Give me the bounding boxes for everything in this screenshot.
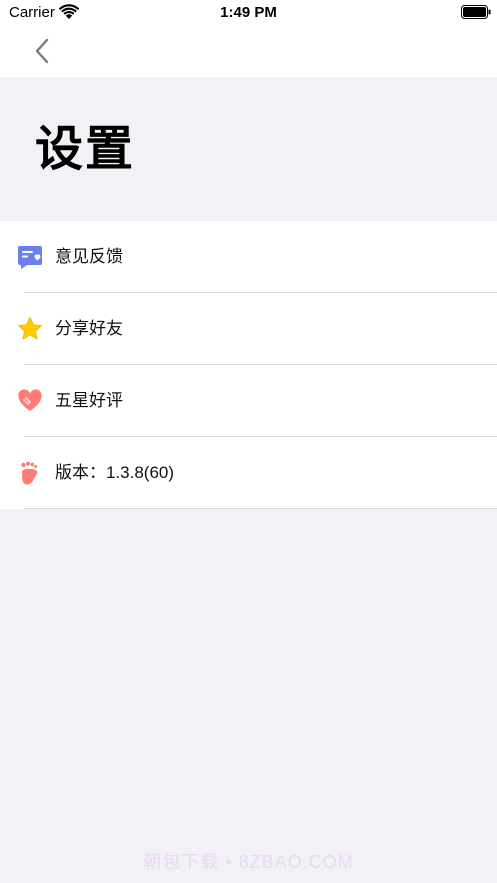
back-button[interactable] <box>28 36 56 66</box>
footprint-icon <box>17 460 43 486</box>
status-time: 1:49 PM <box>220 4 277 21</box>
watermark: 朝包下载 • 8ZBAO.COM <box>143 852 354 872</box>
separator <box>24 508 497 509</box>
page-title: 设置 <box>35 123 136 176</box>
battery-icon <box>461 5 491 19</box>
navigation-bar <box>0 26 497 77</box>
settings-item-feedback[interactable]: 意见反馈 <box>0 221 497 293</box>
settings-item-label: 版本：1.3.8(60) <box>55 463 175 482</box>
settings-list: 意见反馈 分享好友 五星好评 版本：1.3.8(60) <box>0 221 497 509</box>
settings-item-label: 分享好友 <box>55 319 123 338</box>
settings-item-label: 五星好评 <box>55 391 123 410</box>
chevron-left-icon <box>35 38 49 64</box>
settings-item-version[interactable]: 版本：1.3.8(60) <box>0 437 497 509</box>
status-bar: Carrier 1:49 PM <box>0 0 497 26</box>
feedback-icon <box>17 244 43 270</box>
settings-item-label: 意见反馈 <box>55 247 123 266</box>
heart-icon <box>17 388 43 414</box>
settings-item-share[interactable]: 分享好友 <box>0 293 497 365</box>
star-icon <box>17 316 43 342</box>
settings-item-rate[interactable]: 五星好评 <box>0 365 497 437</box>
title-area: 设置 <box>0 77 497 221</box>
